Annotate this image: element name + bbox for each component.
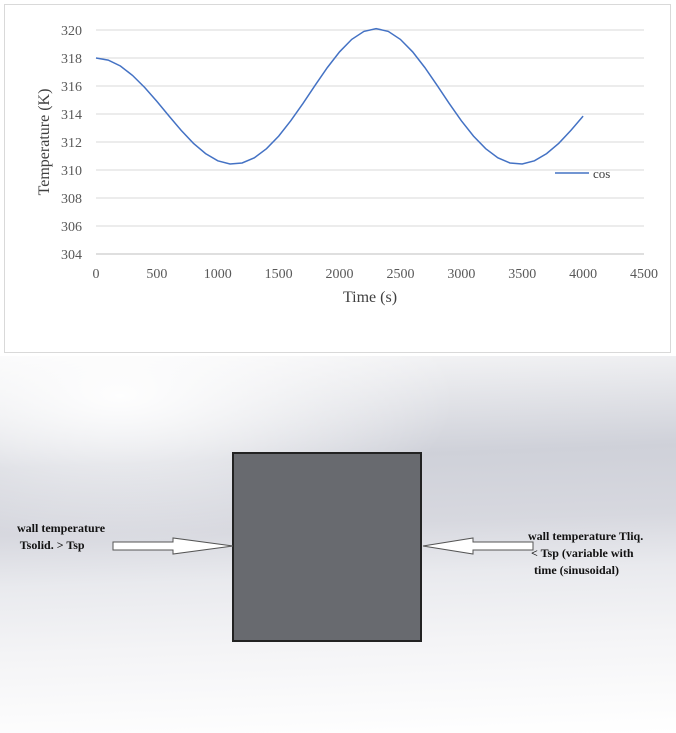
left-wall-label: wall temperature Tsolid. > Tsp (17, 521, 106, 552)
diagram-panel: wall temperature Tsolid. > Tsp wall temp… (0, 356, 676, 733)
y-tick-label: 312 (61, 136, 82, 151)
x-tick-label: 3500 (508, 267, 536, 282)
x-tick-label: 500 (146, 267, 167, 282)
domain-block (232, 452, 422, 642)
x-tick-label: 4500 (630, 267, 658, 282)
y-tick-label: 308 (61, 192, 82, 207)
x-tick-label: 1000 (204, 267, 232, 282)
x-tick-label: 4000 (569, 267, 597, 282)
y-tick-label: 316 (61, 80, 82, 95)
chart-panel: 304 306 308 310 312 314 316 318 320 0 500 1000 1500 2… (4, 4, 671, 353)
y-tick-label: 304 (61, 248, 82, 263)
x-tick-label: 1500 (265, 267, 293, 282)
x-tick-label: 0 (93, 267, 100, 282)
right-wall-label: wall temperature Tliq. < Tsp (variable w… (528, 529, 644, 577)
x-tick-label: 2000 (326, 267, 354, 282)
y-tick-label: 318 (61, 52, 82, 67)
legend-label: cos (593, 166, 610, 181)
x-axis-title: Time (s) (343, 289, 397, 306)
x-tick-label: 2500 (386, 267, 414, 282)
y-tick-label: 314 (61, 108, 82, 123)
y-tick-label: 310 (61, 164, 82, 179)
left-arrow (112, 537, 234, 555)
right-arrow (422, 537, 534, 555)
x-tick-label: 3000 (447, 267, 475, 282)
y-axis-title: Temperature (K) (36, 89, 53, 196)
y-tick-label: 320 (61, 24, 82, 39)
temperature-chart: 304 306 308 310 312 314 316 318 320 0 500 1000 1500 2… (36, 24, 658, 306)
y-tick-label: 306 (61, 220, 82, 235)
series-line-cos (95, 27, 584, 165)
